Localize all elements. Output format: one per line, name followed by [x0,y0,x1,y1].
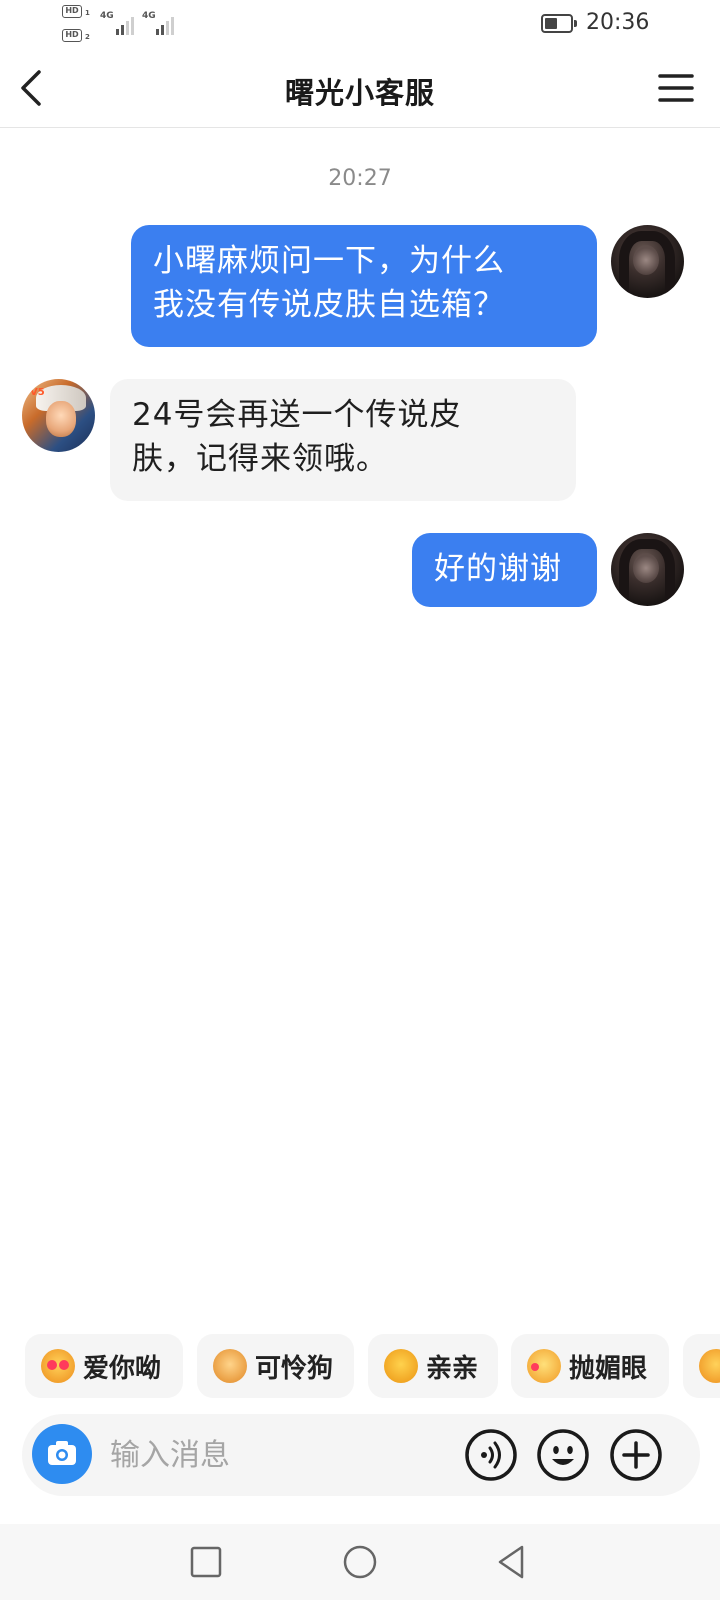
signal-indicators: HD 1 HD 2 4G 4G [62,5,192,49]
voice-icon [465,1429,517,1481]
camera-button[interactable] [32,1424,92,1484]
puppy-emoji-icon [213,1349,247,1383]
quick-reply-label: 抛媚眼 [569,1353,648,1384]
back-button[interactable] [12,66,56,110]
quick-reply-chip[interactable]: 抛媚眼 [511,1334,669,1398]
back-icon [498,1545,524,1579]
hug-emoji-icon [384,1349,418,1383]
message-input[interactable] [110,1432,450,1478]
voice-button[interactable] [463,1427,519,1483]
emoji-button[interactable] [535,1427,591,1483]
quick-reply-chip-partial[interactable] [683,1334,720,1398]
signal-icon [110,13,136,35]
quick-reply-chip[interactable]: 可怜狗 [197,1334,354,1398]
quick-reply-chip[interactable]: 爱你呦 [25,1334,183,1398]
quick-reply-label: 可怜狗 [255,1353,334,1384]
battery-icon [541,14,577,33]
hd-icon: HD [62,5,82,18]
quick-reply-chip[interactable]: 亲亲 [368,1334,498,1398]
heart-eyes-emoji-icon [41,1349,75,1383]
quick-reply-label: 亲亲 [426,1353,479,1384]
recent-apps-icon [190,1546,222,1578]
camera-icon [48,1441,76,1465]
message-timestamp: 20:27 [328,166,392,191]
nav-back-button[interactable] [490,1540,534,1584]
system-nav-bar [0,1524,720,1600]
message-list[interactable]: 20:27 小曙麻烦问一下，为什么 我没有传说皮肤自选箱？ V5 24号会再送一… [0,129,720,1309]
home-button[interactable] [338,1540,382,1584]
smiley-icon [537,1429,589,1481]
home-icon [343,1545,377,1579]
emoji-icon [699,1349,720,1383]
agent-avatar[interactable]: V5 [22,379,95,452]
hd-icon: HD [62,29,82,42]
sim-slot-2: 2 [85,33,90,41]
user-avatar[interactable] [611,533,684,606]
wink-emoji-icon [527,1349,561,1383]
outgoing-message-bubble[interactable]: 小曙麻烦问一下，为什么 我没有传说皮肤自选箱？ [131,225,597,347]
incoming-message-bubble[interactable]: 24号会再送一个传说皮 肤，记得来领哦。 [110,379,576,501]
plus-icon [610,1429,662,1481]
chevron-left-icon [21,70,41,106]
battery-level-fill [545,18,557,29]
menu-button[interactable] [654,68,698,112]
signal-icon [152,13,178,35]
hamburger-menu-icon [658,74,694,102]
quick-reply-label: 爱你呦 [83,1353,162,1384]
page-title: 曙光小客服 [284,76,435,110]
recent-apps-button[interactable] [184,1540,228,1584]
outgoing-message-bubble[interactable]: 好的谢谢 [412,533,597,607]
message-input-bar [22,1414,700,1496]
chat-header: 曙光小客服 [0,52,720,128]
more-button[interactable] [608,1427,664,1483]
status-bar: HD 1 HD 2 4G 4G 20:36 [0,0,720,52]
status-time: 20:36 [586,10,650,35]
chat-screen: HD 1 HD 2 4G 4G 20:36 曙光小客服 20:27 小曙麻烦问一… [0,0,720,1600]
quick-reply-bar[interactable]: 爱你呦 可怜狗 亲亲 抛媚眼 [0,1334,720,1398]
user-avatar[interactable] [611,225,684,298]
sim-slot-1: 1 [85,9,90,17]
